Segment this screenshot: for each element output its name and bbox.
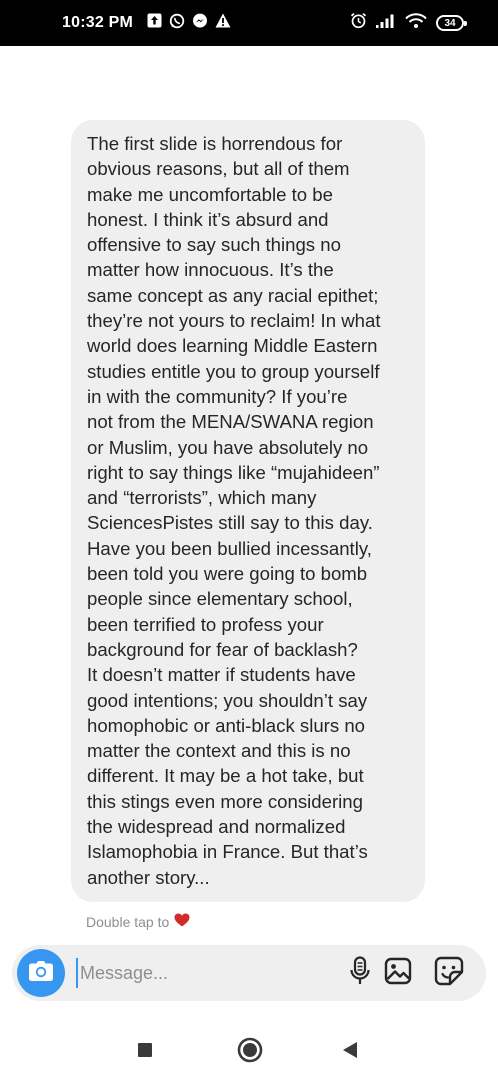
back-triangle-icon: [342, 1041, 358, 1064]
warning-icon: [215, 13, 231, 33]
messenger-icon: [192, 13, 208, 34]
status-time: 10:32 PM: [62, 14, 133, 31]
camera-button[interactable]: [17, 949, 65, 997]
message-bubble[interactable]: The first slide is horrendous for obviou…: [71, 120, 425, 902]
wifi-icon: [405, 12, 427, 34]
status-right: 34: [350, 12, 467, 34]
status-left: 10:32 PM: [62, 13, 231, 34]
square-icon: [137, 1042, 153, 1063]
alarm-icon: [350, 12, 367, 34]
chat-area[interactable]: The first slide is horrendous for obviou…: [0, 46, 498, 936]
sticker-button[interactable]: [433, 956, 465, 991]
microphone-button[interactable]: [344, 955, 376, 991]
sticker-icon: [434, 956, 464, 991]
upload-box-icon: [147, 13, 162, 33]
message-input[interactable]: [76, 958, 306, 988]
circle-icon: [237, 1037, 263, 1068]
whatsapp-icon: [169, 13, 185, 34]
gallery-icon: [384, 957, 412, 990]
navigation-bar: [0, 1020, 498, 1080]
microphone-icon: [350, 955, 370, 991]
home-button[interactable]: [237, 1037, 263, 1068]
double-tap-label: Double tap to: [86, 913, 170, 930]
status-bar: 10:32 PM 34: [0, 0, 498, 46]
message-composer: [12, 945, 486, 1001]
heart-icon: [174, 913, 190, 930]
battery-icon: 34: [436, 15, 467, 31]
gallery-button[interactable]: [382, 957, 414, 989]
signal-icon: [376, 14, 396, 33]
back-button[interactable]: [342, 1041, 358, 1064]
double-tap-hint: Double tap to: [86, 913, 190, 930]
notification-icons: [147, 13, 231, 34]
camera-icon: [28, 960, 54, 987]
recents-button[interactable]: [137, 1042, 153, 1063]
